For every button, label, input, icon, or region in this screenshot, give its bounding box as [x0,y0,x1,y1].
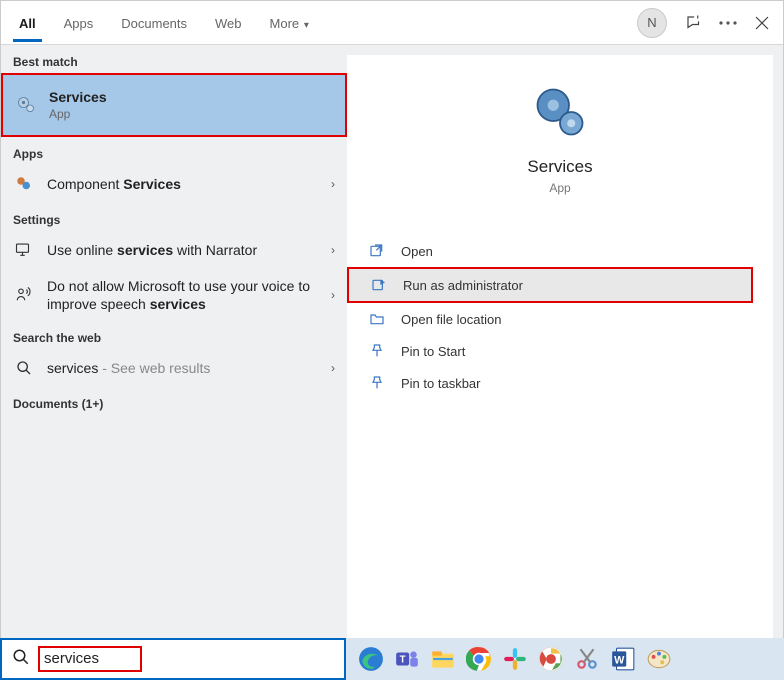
open-icon [367,243,387,259]
pin-icon [367,343,387,359]
section-apps: Apps [1,137,347,165]
search-bar-area: T W [0,638,784,680]
result-label: Use online services with Narrator [47,242,331,258]
taskbar-edge-icon[interactable] [356,644,386,674]
action-list: Open Run as administrator Open file loca… [347,235,773,399]
search-input[interactable] [44,650,114,667]
tab-all[interactable]: All [5,4,50,41]
action-label: Pin to taskbar [401,376,481,391]
result-web-search[interactable]: services - See web results › [1,349,347,387]
pin-icon [367,375,387,391]
detail-panel: Services App Open Run as administrator O… [347,55,773,669]
svg-text:T: T [400,654,406,665]
app-icon-large [533,85,587,139]
search-box[interactable] [0,638,346,680]
search-window: All Apps Documents Web More ▾ N Best mat… [0,0,784,680]
result-narrator-setting[interactable]: Use online services with Narrator › [1,231,347,269]
chevron-right-icon: › [331,288,335,302]
section-search-web: Search the web [1,321,347,349]
taskbar-chrome-canary-icon[interactable] [536,644,566,674]
user-avatar[interactable]: N [637,8,667,38]
result-subtitle: App [49,107,333,121]
svg-text:W: W [614,654,625,666]
chevron-right-icon: › [331,243,335,257]
action-label: Run as administrator [403,278,523,293]
action-pin-to-taskbar[interactable]: Pin to taskbar [347,367,773,399]
filter-tabs: All Apps Documents Web More ▾ N [1,1,783,45]
result-label: services - See web results [47,360,331,376]
tab-apps[interactable]: Apps [50,4,108,41]
section-documents: Documents (1+) [1,387,347,423]
result-best-match-services[interactable]: Services App [1,73,347,137]
component-icon [13,173,35,195]
taskbar-word-icon[interactable]: W [608,644,638,674]
taskbar-chrome-icon[interactable] [464,644,494,674]
detail-title: Services [527,157,592,177]
taskbar-explorer-icon[interactable] [428,644,458,674]
chevron-right-icon: › [331,177,335,191]
taskbar-slack-icon[interactable] [500,644,530,674]
detail-subtitle: App [549,181,570,195]
taskbar-teams-icon[interactable]: T [392,644,422,674]
close-icon[interactable] [745,6,779,40]
chevron-down-icon: ▾ [301,20,309,31]
result-component-services[interactable]: Component Services › [1,165,347,203]
admin-icon [369,277,389,293]
result-label: Do not allow Microsoft to use your voice… [47,277,331,313]
monitor-icon [13,239,35,261]
results-panel: Best match Services App Apps Component S… [1,45,347,679]
result-label: Component Services [47,176,331,192]
tab-web[interactable]: Web [201,4,256,41]
taskbar-snip-icon[interactable] [572,644,602,674]
content-area: Best match Services App Apps Component S… [1,45,783,679]
action-label: Pin to Start [401,344,465,359]
tab-more[interactable]: More ▾ [256,4,323,41]
action-run-as-administrator[interactable]: Run as administrator [347,267,753,303]
section-settings: Settings [1,203,347,231]
result-speech-setting[interactable]: Do not allow Microsoft to use your voice… [1,269,347,321]
folder-icon [367,311,387,327]
action-label: Open file location [401,312,501,327]
speech-icon [13,284,35,306]
search-icon [12,648,30,671]
search-icon [13,357,35,379]
taskbar-paint-icon[interactable] [644,644,674,674]
action-open[interactable]: Open [347,235,773,267]
more-icon[interactable] [711,6,745,40]
feedback-icon[interactable] [677,6,711,40]
action-pin-to-start[interactable]: Pin to Start [347,335,773,367]
section-best-match: Best match [1,45,347,73]
gear-icon [15,94,37,116]
tab-documents[interactable]: Documents [107,4,201,41]
action-label: Open [401,244,433,259]
result-title: Services [49,89,333,105]
chevron-right-icon: › [331,361,335,375]
action-open-file-location[interactable]: Open file location [347,303,773,335]
taskbar: T W [346,638,784,680]
